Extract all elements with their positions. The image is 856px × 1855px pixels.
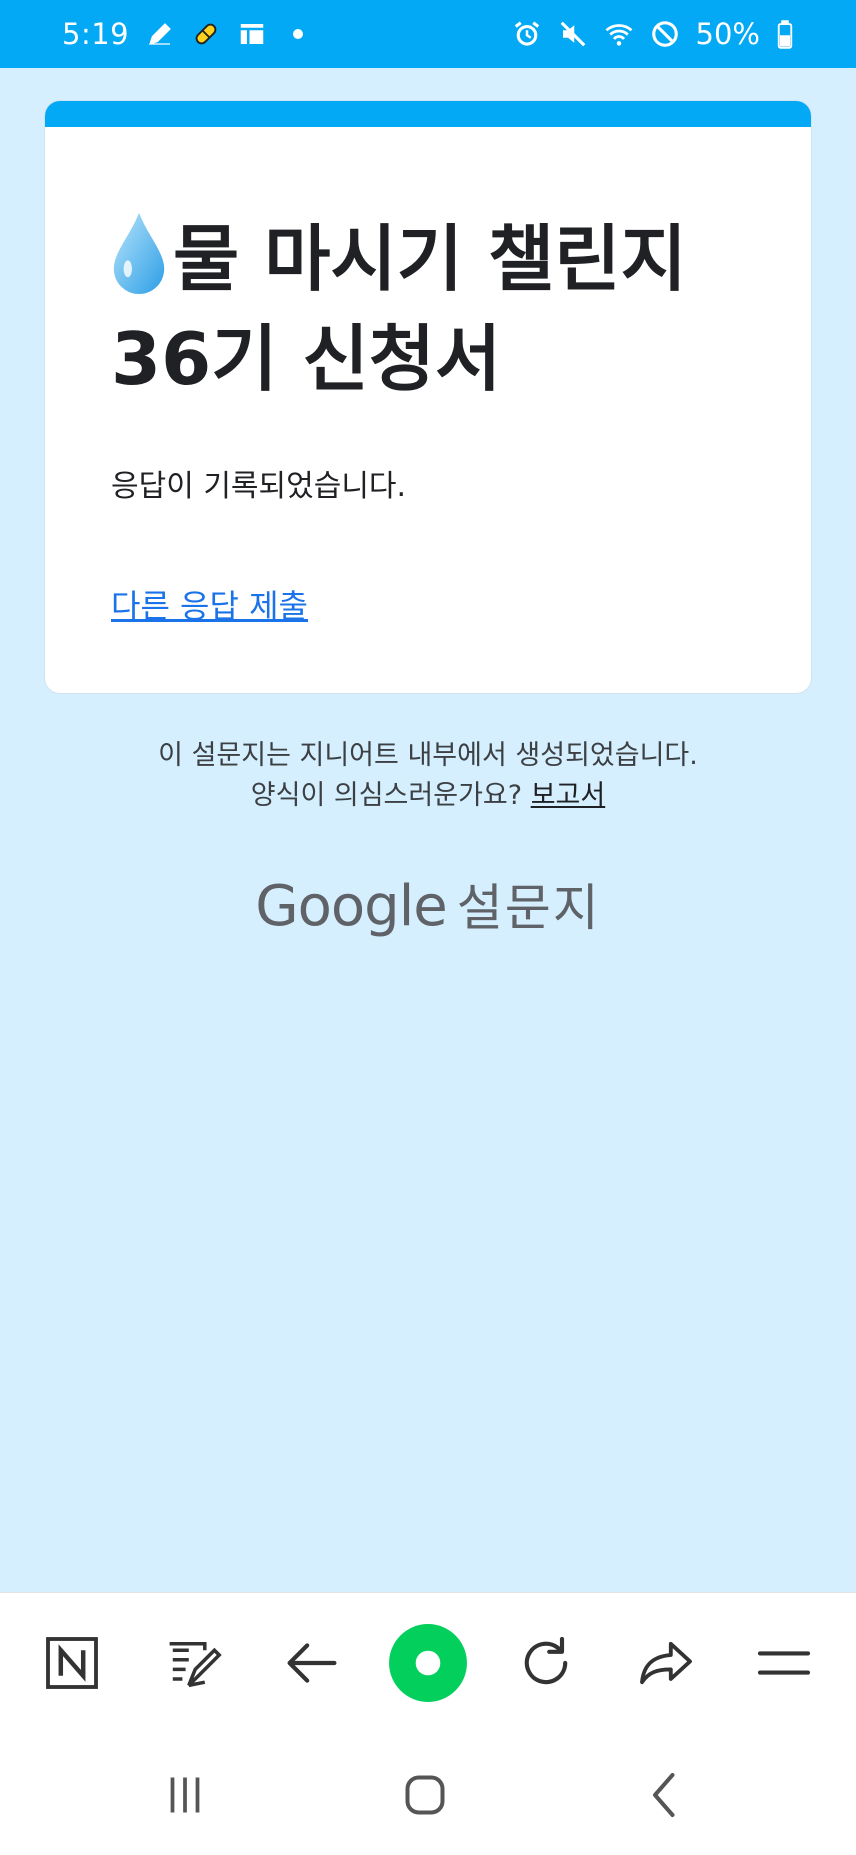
share-icon[interactable] bbox=[624, 1621, 708, 1705]
wifi-icon bbox=[604, 19, 634, 49]
footer-suspicious-text: 양식이 의심스러운가요? bbox=[250, 780, 523, 811]
back-icon[interactable] bbox=[630, 1760, 700, 1830]
response-card: 물 마시기 챌린지 36기 신청서 응답이 기록되었습니다. 다른 응답 제출 bbox=[44, 100, 812, 694]
status-bar: 5:19 50% bbox=[0, 0, 856, 68]
pen-icon bbox=[145, 19, 175, 49]
response-recorded-message: 응답이 기록되었습니다. bbox=[111, 469, 407, 504]
edit-icon[interactable] bbox=[150, 1621, 234, 1705]
status-right: 50% bbox=[512, 17, 794, 51]
naver-icon[interactable] bbox=[30, 1621, 114, 1705]
recent-apps-icon[interactable] bbox=[150, 1760, 220, 1830]
battery-percent: 50% bbox=[695, 17, 760, 51]
google-forms-logo[interactable]: Google 설문지 bbox=[0, 868, 856, 940]
form-title-text: 물 마시기 챌린지 36기 신청서 bbox=[111, 217, 687, 401]
alarm-icon bbox=[512, 19, 542, 49]
water-drop-icon bbox=[111, 210, 167, 294]
status-left: 5:19 bbox=[62, 17, 304, 51]
mute-icon bbox=[558, 19, 588, 49]
refresh-icon[interactable] bbox=[504, 1621, 588, 1705]
home-icon[interactable] bbox=[390, 1760, 460, 1830]
card-accent-bar bbox=[45, 101, 811, 127]
pill-icon bbox=[191, 19, 221, 49]
forms-wordmark: 설문지 bbox=[456, 879, 601, 937]
report-link[interactable]: 보고서 bbox=[531, 780, 606, 811]
submit-another-response-link[interactable]: 다른 응답 제출 bbox=[111, 581, 308, 627]
notification-dot bbox=[293, 29, 304, 39]
form-footer: 이 설문지는 지니어트 내부에서 생성되었습니다. 양식이 의심스러운가요? 보… bbox=[0, 736, 856, 816]
menu-icon[interactable] bbox=[742, 1621, 826, 1705]
grid-icon bbox=[237, 19, 267, 49]
back-arrow-icon[interactable] bbox=[270, 1621, 354, 1705]
footer-report-line: 양식이 의심스러운가요? 보고서 bbox=[0, 776, 856, 816]
home-circle-icon[interactable] bbox=[386, 1621, 470, 1705]
system-nav-bar bbox=[0, 1734, 856, 1855]
do-not-disturb-icon bbox=[650, 19, 680, 49]
form-title: 물 마시기 챌린지 36기 신청서 bbox=[111, 209, 751, 409]
browser-toolbar bbox=[0, 1592, 856, 1734]
battery-icon bbox=[776, 19, 794, 49]
footer-origin-text: 이 설문지는 지니어트 내부에서 생성되었습니다. bbox=[158, 740, 698, 771]
google-wordmark: Google bbox=[255, 874, 447, 939]
status-time: 5:19 bbox=[62, 17, 130, 51]
